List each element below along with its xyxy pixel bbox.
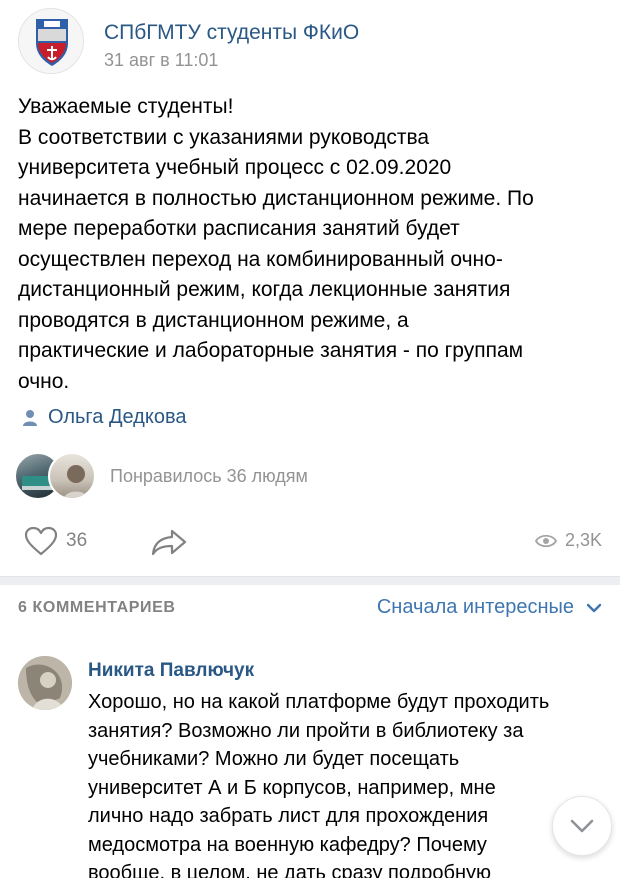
post-text-line: практические и лабораторные занятия - по… [18, 339, 524, 362]
post-text-line: дистанционный режим, когда лекционные за… [18, 278, 511, 301]
section-divider [0, 576, 620, 585]
community-name[interactable]: СПбГМТУ студенты ФКиО [104, 20, 359, 46]
comment-text-line: медосмотра на военную кафедру? Почему [88, 833, 487, 856]
post-actions: 36 2,3K [24, 522, 602, 562]
post-text-line: университета учебный процесс с 02.09.202… [18, 156, 452, 179]
community-logo [19, 9, 83, 73]
post-header: СПбГМТУ студенты ФКиО 31 авг в 11:01 [18, 8, 359, 82]
comment-author-avatar[interactable] [18, 656, 72, 710]
post-text-line: осуществлен переход на комбинированный о… [18, 247, 503, 271]
chevron-down-icon [570, 819, 594, 833]
heart-icon [24, 526, 58, 556]
post-text-line: начинается в полностью дистанционном реж… [18, 186, 534, 210]
comments-sort-dropdown[interactable]: Сначала интересные [377, 596, 604, 619]
comment-text: Хорошо, но на какой платформе будут прох… [88, 688, 608, 878]
comments-header: 6 КОММЕНТАРИЕВ Сначала интересные [18, 596, 604, 622]
eye-icon [534, 534, 557, 547]
comments-count: 6 КОММЕНТАРИЕВ [18, 599, 176, 616]
post-text-line: Уважаемые студенты! [18, 95, 234, 118]
liker-avatars[interactable] [14, 452, 98, 500]
liker-avatar [48, 452, 96, 500]
person-icon [23, 409, 37, 426]
share-button[interactable] [150, 528, 188, 561]
comment-text-line: лично надо забрать лист для прохождения [88, 805, 489, 827]
like-count: 36 [66, 530, 88, 551]
comment-text-line: университет А и Б корпусов, например, мн… [88, 776, 496, 799]
liked-by-text[interactable]: Понравилось 36 людям [110, 466, 308, 487]
comment-text-line: Хорошо, но на какой платформе будут прох… [88, 691, 550, 713]
scroll-down-button[interactable] [552, 796, 612, 856]
post-author[interactable]: Ольга Дедкова [22, 406, 186, 429]
comment-text-line: вообще, в целом, не дать сразу подробную [88, 862, 491, 878]
post-text-line: В соответствии с указаниями руководства [18, 125, 430, 149]
comments-sort-label[interactable]: Сначала интересные [377, 596, 574, 619]
community-avatar[interactable] [18, 8, 84, 74]
share-arrow-icon [151, 529, 187, 556]
likers-row[interactable]: Понравилось 36 людям [14, 452, 308, 500]
post-text-line: проводятся в дистанционном режиме, а [18, 308, 409, 332]
post-date[interactable]: 31 авг в 11:01 [104, 49, 359, 71]
views-count: 2,3K [564, 530, 602, 550]
chevron-down-icon [586, 603, 602, 612]
comment-author-name[interactable]: Никита Павлючук [88, 660, 254, 682]
views-counter: 2,3K [534, 530, 602, 551]
post-text-line: очно. [18, 369, 70, 393]
comment-text-line: занятия? Возможно ли пройти в библиотеку… [88, 719, 524, 742]
comment-text-line: учебниками? Можно ли будет посещать [88, 748, 460, 770]
post-text: Уважаемые студенты! В соответствии с ука… [18, 92, 608, 397]
post-text-line: мере переработки расписания занятий буде… [18, 217, 460, 240]
like-button[interactable]: 36 [24, 526, 87, 556]
post-author-name[interactable]: Ольга Дедкова [48, 406, 186, 429]
